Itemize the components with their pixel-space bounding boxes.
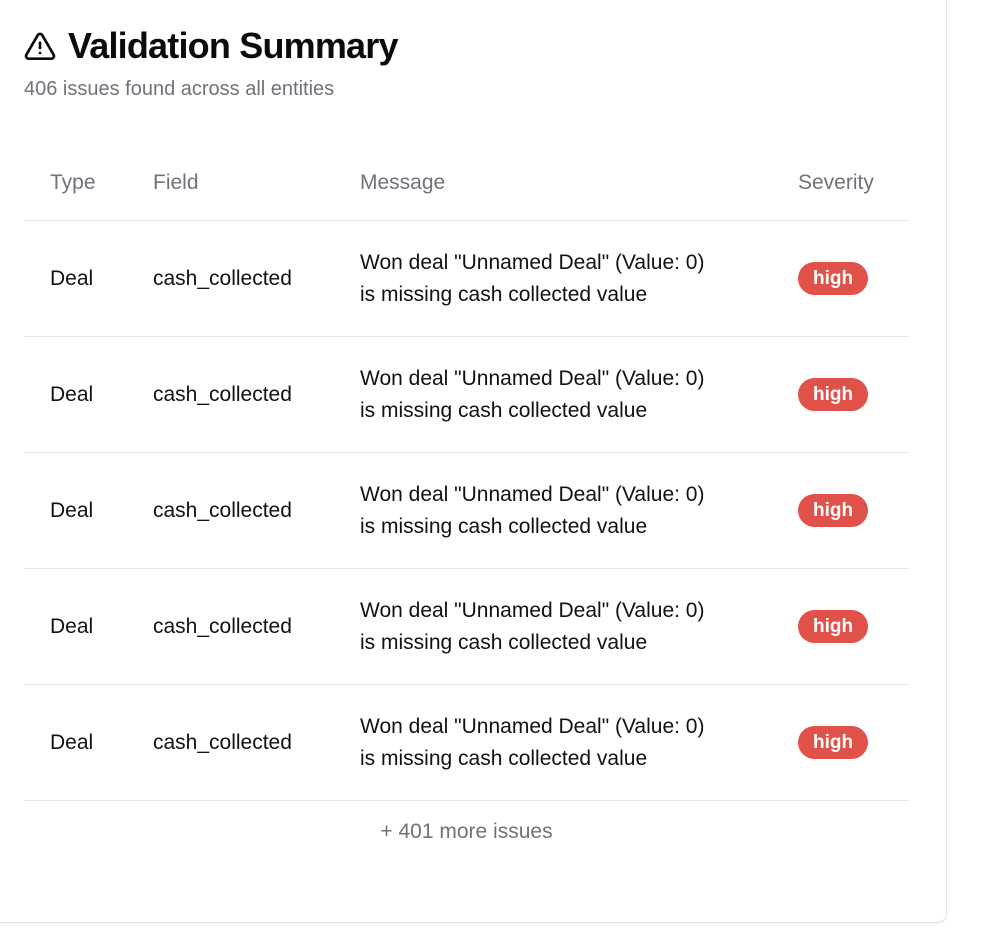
severity-badge: high <box>798 610 869 643</box>
cell-type: Deal <box>24 220 153 337</box>
cell-field: cash_collected <box>153 220 360 337</box>
severity-badge: high <box>798 262 869 295</box>
cell-type: Deal <box>24 568 153 685</box>
cell-severity: high <box>798 452 909 569</box>
column-header-severity[interactable]: Severity <box>798 146 909 221</box>
table-row[interactable]: Deal cash_collected Won deal "Unnamed De… <box>24 452 909 569</box>
cell-severity: high <box>798 568 909 685</box>
column-header-type[interactable]: Type <box>24 146 153 221</box>
issues-table: Type Field Message Severity Deal cash_co… <box>24 146 909 801</box>
warning-triangle-icon <box>24 30 56 62</box>
message-line: is missing cash collected value <box>360 630 648 654</box>
cell-severity: high <box>798 220 909 337</box>
table-row[interactable]: Deal cash_collected Won deal "Unnamed De… <box>24 684 909 801</box>
cell-severity: high <box>798 684 909 801</box>
cell-type: Deal <box>24 452 153 569</box>
cell-severity: high <box>798 336 909 453</box>
title-row: Validation Summary <box>24 24 399 68</box>
column-header-message[interactable]: Message <box>360 146 798 221</box>
severity-badge: high <box>798 494 869 527</box>
cell-field: cash_collected <box>153 568 360 685</box>
cell-message: Won deal "Unnamed Deal" (Value: 0) is mi… <box>360 684 798 801</box>
message-line: Won deal "Unnamed Deal" (Value: 0) <box>360 250 705 274</box>
cell-message: Won deal "Unnamed Deal" (Value: 0) is mi… <box>360 336 798 453</box>
message-line: is missing cash collected value <box>360 514 648 538</box>
message-line: is missing cash collected value <box>360 746 648 770</box>
message-line: Won deal "Unnamed Deal" (Value: 0) <box>360 482 705 506</box>
message-line: is missing cash collected value <box>360 282 648 306</box>
issues-count-subtitle: 406 issues found across all entities <box>24 78 335 100</box>
table-header-row: Type Field Message Severity <box>24 146 909 221</box>
message-line: Won deal "Unnamed Deal" (Value: 0) <box>360 714 705 738</box>
column-header-field[interactable]: Field <box>153 146 360 221</box>
cell-message: Won deal "Unnamed Deal" (Value: 0) is mi… <box>360 568 798 685</box>
cell-type: Deal <box>24 336 153 453</box>
cell-message: Won deal "Unnamed Deal" (Value: 0) is mi… <box>360 452 798 569</box>
header: Validation Summary 406 issues found acro… <box>24 24 399 101</box>
severity-badge: high <box>798 378 869 411</box>
cell-type: Deal <box>24 684 153 801</box>
page-title: Validation Summary <box>68 25 399 66</box>
more-issues-text: + 401 more issues <box>380 820 553 843</box>
cell-field: cash_collected <box>153 336 360 453</box>
table-row[interactable]: Deal cash_collected Won deal "Unnamed De… <box>24 336 909 453</box>
message-line: Won deal "Unnamed Deal" (Value: 0) <box>360 366 705 390</box>
cell-field: cash_collected <box>153 684 360 801</box>
cell-message: Won deal "Unnamed Deal" (Value: 0) is mi… <box>360 220 798 337</box>
message-line: is missing cash collected value <box>360 398 648 422</box>
message-line: Won deal "Unnamed Deal" (Value: 0) <box>360 598 705 622</box>
table-row[interactable]: Deal cash_collected Won deal "Unnamed De… <box>24 220 909 337</box>
severity-badge: high <box>798 726 869 759</box>
table-row[interactable]: Deal cash_collected Won deal "Unnamed De… <box>24 568 909 685</box>
cell-field: cash_collected <box>153 452 360 569</box>
